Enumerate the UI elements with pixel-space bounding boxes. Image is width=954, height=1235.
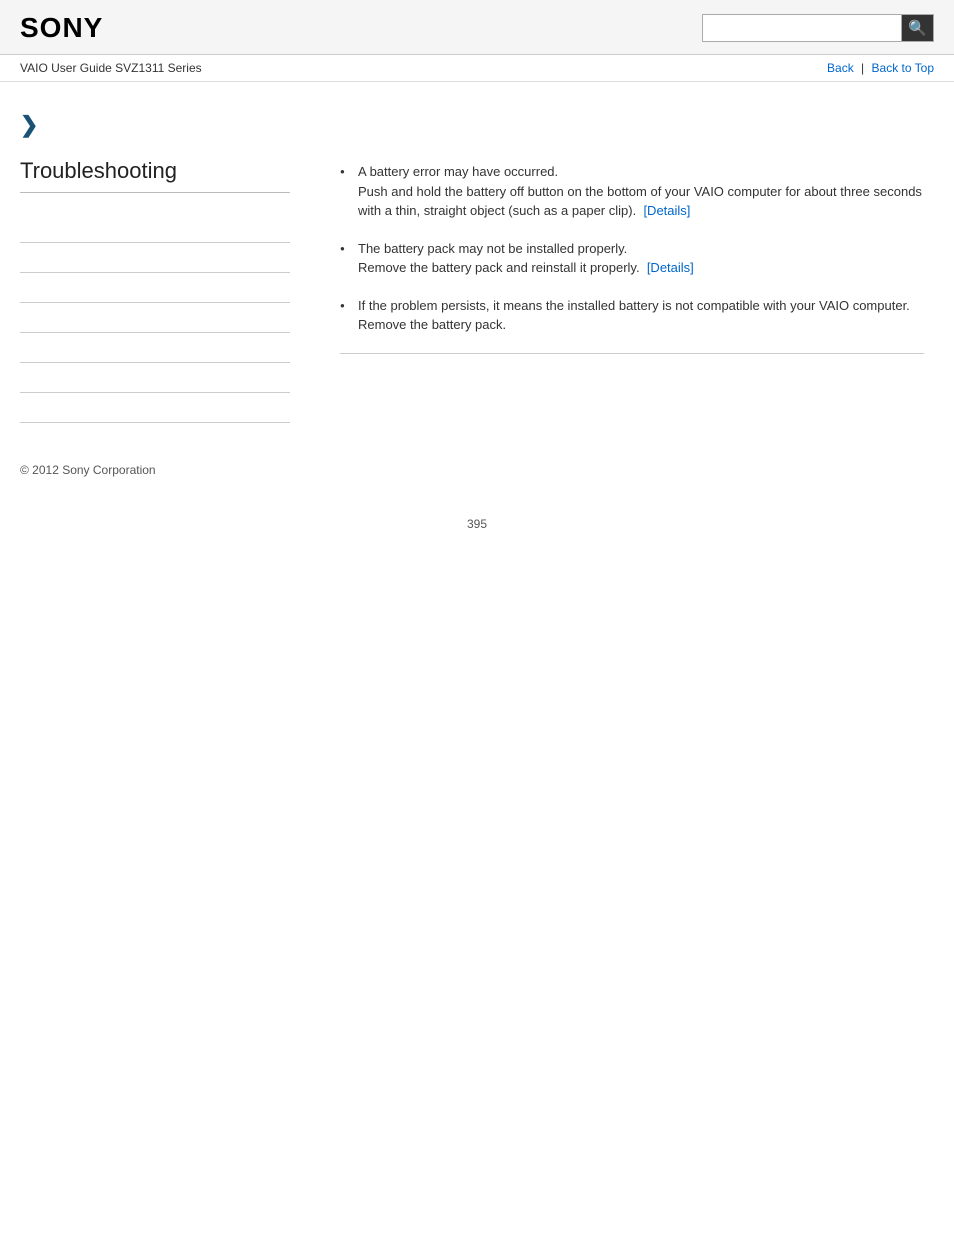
- search-container: 🔍: [702, 14, 934, 42]
- bullet-detail: Remove the battery pack.: [358, 317, 506, 332]
- bullet-detail: Remove the battery pack and reinstall it…: [358, 260, 694, 275]
- bullet-dot: ●: [340, 166, 358, 178]
- bullet-title: A battery error may have occurred.: [358, 164, 558, 179]
- bullet-content: The battery pack may not be installed pr…: [358, 239, 924, 278]
- sidebar-chevron-icon: ❯: [20, 112, 290, 138]
- back-link[interactable]: Back: [827, 61, 854, 75]
- main-content: ● A battery error may have occurred. Pus…: [310, 82, 954, 443]
- sidebar-title: Troubleshooting: [20, 158, 290, 193]
- section-divider: [340, 353, 924, 354]
- footer: © 2012 Sony Corporation: [0, 443, 954, 497]
- sony-logo: SONY: [20, 12, 103, 44]
- nav-divider: |: [861, 61, 864, 75]
- sidebar: ❯ Troubleshooting: [0, 82, 310, 443]
- list-item: ● If the problem persists, it means the …: [340, 296, 924, 335]
- bullet-dot: ●: [340, 243, 358, 255]
- troubleshoot-section: ● A battery error may have occurred. Pus…: [340, 162, 924, 354]
- bullet-title: The battery pack may not be installed pr…: [358, 241, 627, 256]
- search-icon: 🔍: [908, 19, 927, 37]
- search-input[interactable]: [702, 14, 902, 42]
- breadcrumb: VAIO User Guide SVZ1311 Series: [20, 61, 202, 75]
- back-to-top-link[interactable]: Back to Top: [872, 61, 934, 75]
- bullet-detail: Push and hold the battery off button on …: [358, 184, 922, 219]
- bullet-content: If the problem persists, it means the in…: [358, 296, 924, 335]
- content-area: ❯ Troubleshooting ● A battery error may …: [0, 82, 954, 443]
- page-header: SONY 🔍: [0, 0, 954, 55]
- bullet-dot: ●: [340, 300, 358, 312]
- list-item[interactable]: [20, 333, 290, 363]
- bullet-content: A battery error may have occurred. Push …: [358, 162, 924, 221]
- list-item: ● The battery pack may not be installed …: [340, 239, 924, 278]
- search-button[interactable]: 🔍: [902, 14, 934, 42]
- list-item[interactable]: [20, 273, 290, 303]
- details-link-1[interactable]: [Details]: [643, 203, 690, 218]
- bullet-title: If the problem persists, it means the in…: [358, 298, 910, 313]
- nav-bar: VAIO User Guide SVZ1311 Series Back | Ba…: [0, 55, 954, 82]
- page-number: 395: [0, 497, 954, 551]
- list-item: ● A battery error may have occurred. Pus…: [340, 162, 924, 221]
- sidebar-nav: [20, 213, 290, 423]
- copyright-text: © 2012 Sony Corporation: [20, 463, 156, 477]
- bullet-list: ● A battery error may have occurred. Pus…: [340, 162, 924, 335]
- nav-links: Back | Back to Top: [827, 61, 934, 75]
- details-link-2[interactable]: [Details]: [647, 260, 694, 275]
- list-item[interactable]: [20, 243, 290, 273]
- list-item[interactable]: [20, 393, 290, 423]
- list-item[interactable]: [20, 303, 290, 333]
- list-item[interactable]: [20, 213, 290, 243]
- list-item[interactable]: [20, 363, 290, 393]
